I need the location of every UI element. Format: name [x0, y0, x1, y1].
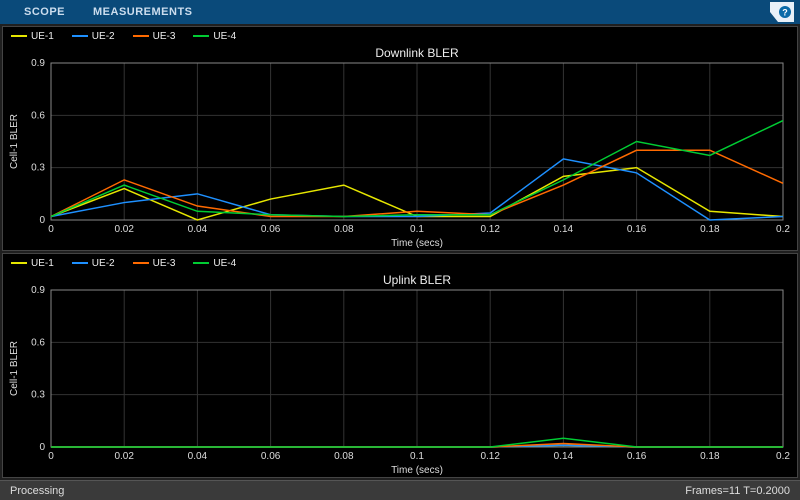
svg-text:0.16: 0.16 [627, 224, 647, 235]
svg-text:0.3: 0.3 [31, 390, 45, 401]
legend-label: UE-2 [92, 258, 115, 269]
help-button[interactable]: ? [770, 2, 794, 22]
svg-text:0.6: 0.6 [31, 110, 45, 121]
toolbar: SCOPE MEASUREMENTS ? [0, 0, 800, 24]
svg-text:Cell-1 BLER: Cell-1 BLER [9, 341, 20, 396]
svg-text:0.1: 0.1 [410, 451, 424, 462]
svg-text:0: 0 [39, 442, 45, 453]
svg-text:0.3: 0.3 [31, 163, 45, 174]
legend-label: UE-4 [213, 258, 236, 269]
svg-text:0.06: 0.06 [261, 224, 281, 235]
status-right: Frames=11 T=0.2000 [685, 485, 790, 497]
legend-item-ue4[interactable]: UE-4 [193, 258, 236, 269]
svg-text:0.06: 0.06 [261, 451, 281, 462]
svg-text:0.9: 0.9 [31, 285, 45, 296]
app-root: SCOPE MEASUREMENTS ? UE-1 UE-2 UE-3 UE-4… [0, 0, 800, 500]
legend-downlink: UE-1 UE-2 UE-3 UE-4 [3, 27, 797, 45]
legend-label: UE-2 [92, 31, 115, 42]
svg-text:0.02: 0.02 [114, 451, 134, 462]
plots-area: UE-1 UE-2 UE-3 UE-4 0 0.02 0.04 0.06 0.08 0.1… [0, 24, 800, 480]
svg-text:0.2: 0.2 [776, 224, 790, 235]
svg-text:0.08: 0.08 [334, 451, 354, 462]
status-left: Processing [10, 485, 64, 497]
panel-uplink: UE-1 UE-2 UE-3 UE-4 0 0.02 0.04 0.06 0.08 0.1… [2, 253, 798, 478]
svg-text:0.18: 0.18 [700, 451, 720, 462]
tab-measurements[interactable]: MEASUREMENTS [79, 0, 207, 24]
svg-text:0: 0 [48, 224, 54, 235]
legend-label: UE-3 [153, 31, 176, 42]
chart-downlink[interactable]: 0 0.02 0.04 0.06 0.08 0.1 0.12 0.14 0.16 0.18 0.2 0… [3, 45, 797, 250]
tab-scope[interactable]: SCOPE [10, 0, 79, 24]
svg-text:0.04: 0.04 [188, 224, 208, 235]
legend-label: UE-1 [31, 31, 54, 42]
svg-text:Time (secs): Time (secs) [391, 238, 443, 249]
legend-item-ue2[interactable]: UE-2 [72, 31, 115, 42]
svg-text:0.16: 0.16 [627, 451, 647, 462]
svg-text:0.2: 0.2 [776, 451, 790, 462]
svg-text:0.9: 0.9 [31, 58, 45, 69]
statusbar: Processing Frames=11 T=0.2000 [0, 480, 800, 500]
legend-item-ue4[interactable]: UE-4 [193, 31, 236, 42]
legend-label: UE-3 [153, 258, 176, 269]
chart-uplink[interactable]: 0 0.02 0.04 0.06 0.08 0.1 0.12 0.14 0.16 0.18 0.2 0… [3, 272, 797, 477]
swatch-icon [133, 262, 149, 264]
svg-text:Cell-1 BLER: Cell-1 BLER [9, 114, 20, 169]
legend-item-ue2[interactable]: UE-2 [72, 258, 115, 269]
svg-text:Uplink BLER: Uplink BLER [383, 273, 451, 287]
legend-uplink: UE-1 UE-2 UE-3 UE-4 [3, 254, 797, 272]
swatch-icon [193, 35, 209, 37]
svg-text:0.1: 0.1 [410, 224, 424, 235]
svg-text:Time (secs): Time (secs) [391, 465, 443, 476]
svg-text:0.08: 0.08 [334, 224, 354, 235]
svg-text:0.04: 0.04 [188, 451, 208, 462]
legend-item-ue3[interactable]: UE-3 [133, 258, 176, 269]
swatch-icon [72, 35, 88, 37]
svg-text:0.12: 0.12 [480, 451, 500, 462]
svg-text:0: 0 [48, 451, 54, 462]
swatch-icon [72, 262, 88, 264]
svg-text:0.02: 0.02 [114, 224, 134, 235]
svg-text:0.12: 0.12 [480, 224, 500, 235]
swatch-icon [133, 35, 149, 37]
svg-text:?: ? [782, 8, 788, 18]
svg-text:Downlink BLER: Downlink BLER [375, 46, 459, 60]
legend-item-ue1[interactable]: UE-1 [11, 258, 54, 269]
legend-item-ue3[interactable]: UE-3 [133, 31, 176, 42]
legend-item-ue1[interactable]: UE-1 [11, 31, 54, 42]
panel-downlink: UE-1 UE-2 UE-3 UE-4 0 0.02 0.04 0.06 0.08 0.1… [2, 26, 798, 251]
legend-label: UE-4 [213, 31, 236, 42]
swatch-icon [11, 35, 27, 37]
svg-text:0.14: 0.14 [554, 224, 574, 235]
swatch-icon [11, 262, 27, 264]
swatch-icon [193, 262, 209, 264]
svg-text:0.6: 0.6 [31, 337, 45, 348]
help-icon: ? [770, 2, 794, 22]
svg-text:0.18: 0.18 [700, 224, 720, 235]
legend-label: UE-1 [31, 258, 54, 269]
svg-text:0: 0 [39, 215, 45, 226]
svg-text:0.14: 0.14 [554, 451, 574, 462]
